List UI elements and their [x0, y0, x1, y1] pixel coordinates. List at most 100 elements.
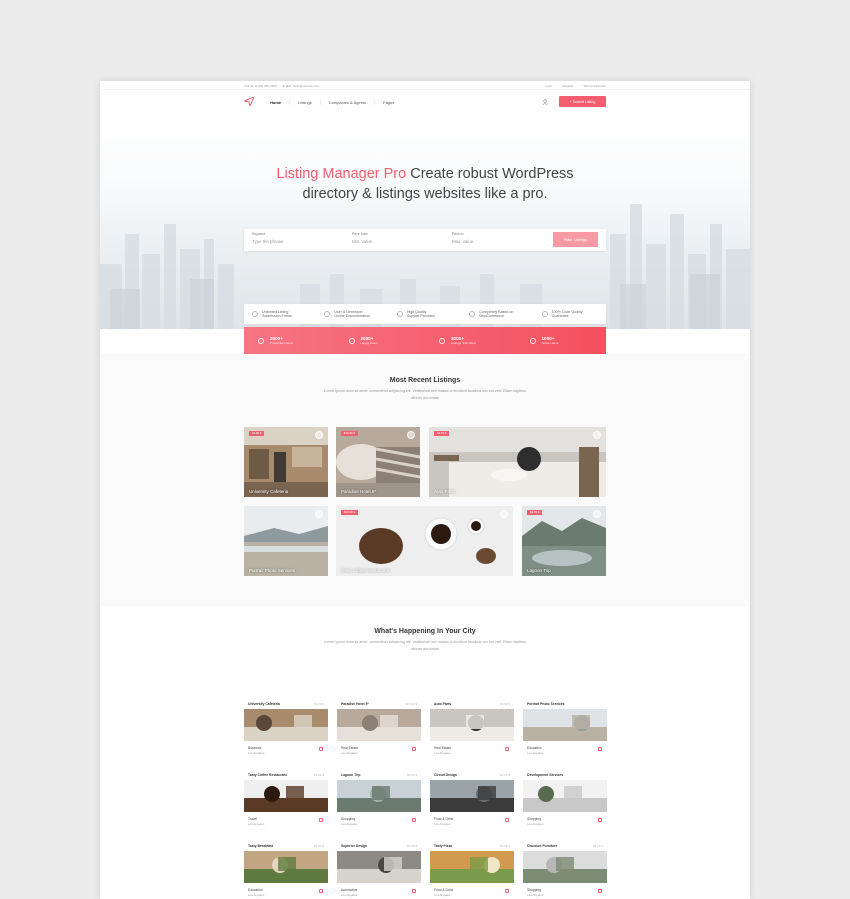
listing-tile[interactable]: Tasty Pizza $9.99 $ Food & Drink Los Angele…	[430, 842, 514, 899]
price-to-input[interactable]: Max. value	[452, 239, 473, 244]
nav-pages[interactable]: Pages	[374, 100, 402, 105]
category-icon	[598, 747, 602, 751]
tile-category: Food & Drink	[434, 817, 454, 821]
tile-name: Paradise Hotel 5*	[341, 702, 369, 706]
listing-card[interactable]: $9.99 $ University Cafeteria	[244, 427, 328, 497]
tile-location: Los Angeles	[248, 822, 265, 826]
price-badge: $9.99 $	[434, 431, 450, 436]
listing-card[interactable]: $19.99 $ Paradise Hotel 5*	[336, 427, 420, 497]
tile-image	[430, 851, 514, 883]
heart-icon[interactable]	[593, 431, 601, 439]
top-bar: Call Us 1(123) 456-7890 E-Mail: hello@yo…	[100, 81, 750, 90]
price-badge: $9.99 $	[527, 510, 543, 515]
listing-tile[interactable]: Discount Furniture $9.99 $ Shopping Los Ang…	[523, 842, 607, 899]
tile-image	[523, 709, 607, 741]
tile-image	[244, 851, 328, 883]
tile-category: Real Estate	[341, 746, 359, 750]
listing-card[interactable]: Portrait Photo Services	[244, 506, 328, 576]
cart-icon	[469, 311, 476, 317]
tile-name: Superior Design	[341, 844, 368, 848]
feature-item: User & Developer Online Documentation	[316, 304, 388, 324]
heart-icon[interactable]	[593, 510, 601, 518]
feature-item: Completely Based on WooCommerce	[461, 304, 533, 324]
tile-price: $9.99 $	[313, 702, 324, 706]
tile-image	[244, 780, 328, 812]
price-from-label: Price from	[352, 232, 368, 236]
price-badge: $29.99 $	[341, 510, 358, 515]
tile-location: Los Angeles	[527, 751, 544, 755]
hero-accent: Listing Manager Pro	[276, 166, 407, 182]
category-icon	[319, 747, 323, 751]
listing-tile[interactable]: Tasty Breakfast $9.99 $ Education Los Angel…	[244, 842, 328, 899]
listing-tile[interactable]: University Cafeteria $9.99 $ Business Los A…	[244, 700, 328, 764]
recent-listings-title: Most Recent Listings	[389, 377, 461, 384]
listing-card[interactable]: $9.99 $ Lagoon Trip	[522, 506, 606, 576]
listing-title: Portrait Photo Services	[249, 568, 296, 573]
tile-location: Los Angeles	[341, 893, 358, 897]
feature-line1: User & Developer	[334, 309, 363, 314]
tile-image	[523, 780, 607, 812]
listing-tile[interactable]: Tasty Coffee Restaurant $9.99 $ Travel Los …	[244, 771, 328, 835]
account-icon[interactable]	[542, 99, 548, 105]
hero-line2: directory & listings websites like a pro…	[302, 186, 548, 202]
feature-line2: Support Provided	[406, 314, 435, 318]
tile-image	[337, 851, 421, 883]
price-from-input[interactable]: Min. value	[352, 239, 372, 244]
heart-icon[interactable]	[315, 510, 323, 518]
listing-tile[interactable]: Paradise Hotel 5* $19.99 $ Real Estate Los …	[337, 700, 421, 764]
category-icon	[505, 747, 509, 751]
stat-label: Happy Users	[360, 341, 378, 345]
listing-tile[interactable]: Lagoon Trip $9.99 $ Shopping Los Angeles	[337, 771, 421, 835]
logo-icon[interactable]	[244, 97, 254, 106]
favorites-link[interactable]: Submit Favorites	[583, 84, 606, 88]
filter-listings-button[interactable]: Filter Listings	[553, 232, 598, 247]
register-link[interactable]: Register	[562, 84, 573, 88]
nav-home[interactable]: Home	[262, 100, 289, 105]
happening-text: Lorem ipsum dolor sit amet, consectetur …	[324, 640, 526, 651]
price-to-field[interactable]: Price to Max. value	[452, 232, 473, 244]
login-link[interactable]: Login	[545, 84, 552, 88]
stats-bar: 2000+ Properties Listed 2000+ Happy Users …	[244, 327, 606, 354]
feature-item: Unlimited Listing Submission Forms	[244, 304, 316, 324]
listing-tile[interactable]: Portrait Photo Services Education Los Ange…	[523, 700, 607, 764]
listing-tile[interactable]: Auto Parts $9.99 $ Real Estate Los Angeles	[430, 700, 514, 764]
user-icon	[529, 337, 536, 344]
support-icon	[396, 311, 403, 317]
nav-listings[interactable]: Listings	[289, 100, 320, 105]
tile-category: Travel	[248, 817, 258, 821]
tile-price: $9.99 $	[313, 844, 324, 848]
listing-tile[interactable]: Development Services Shopping Los Angeles	[523, 771, 607, 835]
tile-location: Los Angeles	[527, 822, 544, 826]
listing-card[interactable]: $29.99 $ Tasty Coffee Restaurant	[336, 506, 513, 576]
keyword-field[interactable]: Keyword Type the phrase	[252, 232, 284, 244]
listing-card[interactable]: $9.99 $ Auto Parts	[429, 427, 606, 497]
category-icon	[598, 818, 602, 822]
price-from-field[interactable]: Price from Min. value	[352, 232, 372, 244]
heart-icon[interactable]	[500, 510, 508, 518]
listing-title: Auto Parts	[434, 489, 456, 494]
nav-companies[interactable]: Companies & Agents	[319, 100, 374, 105]
feature-item: 100% Code Quality Guarantee	[534, 304, 606, 324]
tile-price: $9.99 $	[406, 844, 417, 848]
tile-location: Los Angeles	[434, 822, 451, 826]
tile-name: Lagoon Trip	[341, 773, 361, 777]
tile-image	[430, 709, 514, 741]
map-pin-icon	[439, 337, 445, 344]
coffee-image	[336, 506, 513, 576]
tile-image	[337, 780, 421, 812]
listing-tile[interactable]: Circuit Design $9.99 $ Food & Drink Los Ang…	[430, 771, 514, 835]
search-icon	[258, 337, 264, 344]
keyword-input[interactable]: Type the phrase	[252, 239, 284, 244]
recent-listings-text: Lorem ipsum dolor sit amet, consectetur …	[324, 389, 526, 400]
heart-icon[interactable]	[315, 431, 323, 439]
listing-title: Paradise Hotel 5*	[341, 489, 377, 494]
tile-image	[523, 851, 607, 883]
stat-item: 2000+ Properties Listed	[244, 327, 335, 354]
tile-category: Education	[248, 888, 263, 892]
submit-listing-button[interactable]: + Submit Listing	[559, 96, 606, 107]
heart-icon[interactable]	[407, 431, 415, 439]
tile-category: Business	[248, 746, 262, 750]
listing-tile[interactable]: Superior Design $9.99 $ Automotive Los Ange…	[337, 842, 421, 899]
stat-label: Listings Submitted	[451, 341, 476, 345]
tile-name: Development Services	[527, 773, 564, 777]
